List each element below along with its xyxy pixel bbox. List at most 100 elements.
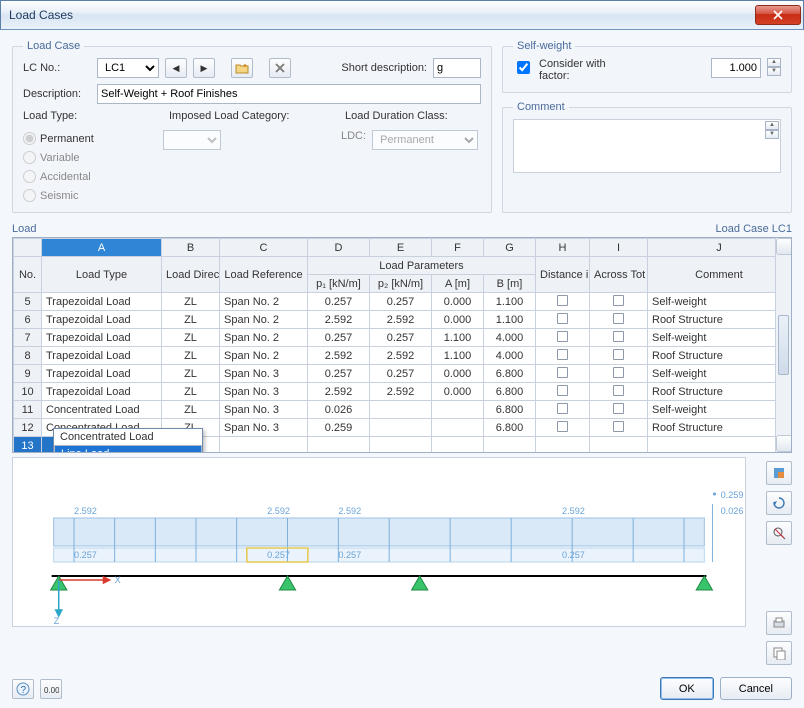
new-lc-button[interactable] — [231, 58, 253, 78]
cell-b[interactable]: 4.000 — [484, 329, 536, 347]
cell-b[interactable]: 6.800 — [484, 401, 536, 419]
cell-comment[interactable]: Self-weight — [648, 365, 791, 383]
cell-a[interactable]: 0.000 — [432, 293, 484, 311]
comment-spinner[interactable]: ▲▼ — [765, 121, 779, 139]
cell-p2[interactable]: 0.257 — [370, 293, 432, 311]
cell-across[interactable] — [590, 293, 648, 311]
table-row[interactable]: 11Concentrated LoadZLSpan No. 30.0266.80… — [14, 401, 791, 419]
cancel-button[interactable]: Cancel — [720, 677, 792, 700]
cell-p2[interactable]: 2.592 — [370, 383, 432, 401]
cell-comment[interactable]: Roof Structure — [648, 419, 791, 437]
cell-load-type[interactable]: Concentrated Load — [42, 401, 162, 419]
cell-load-dir[interactable]: ZL — [162, 329, 220, 347]
help-button[interactable]: ? — [12, 679, 34, 699]
scroll-thumb[interactable] — [778, 315, 789, 375]
preview-tool1-button[interactable] — [766, 461, 792, 485]
cell-comment[interactable]: Self-weight — [648, 401, 791, 419]
cell-a[interactable]: 1.100 — [432, 329, 484, 347]
col-letter[interactable]: A — [42, 239, 162, 257]
preview-tool3-button[interactable] — [766, 521, 792, 545]
col-letter[interactable]: C — [220, 239, 308, 257]
cell-load-type[interactable]: Trapezoidal Load — [42, 383, 162, 401]
cell-across[interactable] — [590, 383, 648, 401]
cell-p1[interactable]: 2.592 — [308, 383, 370, 401]
cell-load-dir[interactable]: ZL — [162, 347, 220, 365]
cell-b[interactable]: 6.800 — [484, 383, 536, 401]
cell-load-ref[interactable]: Span No. 3 — [220, 419, 308, 437]
cell-b[interactable]: 1.100 — [484, 311, 536, 329]
cell-load-ref[interactable]: Span No. 3 — [220, 383, 308, 401]
cell-p1[interactable]: 0.257 — [308, 293, 370, 311]
cell-load-dir[interactable]: ZL — [162, 383, 220, 401]
cell-load-ref[interactable]: Span No. 3 — [220, 401, 308, 419]
col-letter[interactable]: B — [162, 239, 220, 257]
cell-dist[interactable] — [536, 365, 590, 383]
preview-tool2-button[interactable] — [766, 491, 792, 515]
selfweight-factor-input[interactable] — [711, 58, 761, 78]
col-letter[interactable]: I — [590, 239, 648, 257]
cell-load-ref[interactable]: Span No. 2 — [220, 347, 308, 365]
close-button[interactable] — [755, 5, 801, 25]
scroll-down-icon[interactable]: ▼ — [776, 435, 792, 452]
cell-dist[interactable] — [536, 311, 590, 329]
cell-comment[interactable]: Roof Structure — [648, 347, 791, 365]
cell-a[interactable]: 1.100 — [432, 347, 484, 365]
cell-load-ref[interactable]: Span No. 3 — [220, 365, 308, 383]
loadtype-dropdown-popup[interactable]: Concentrated LoadLine LoadTrapezoidal Lo… — [53, 428, 203, 453]
cell-b[interactable]: 1.100 — [484, 293, 536, 311]
comment-textarea[interactable] — [513, 119, 781, 173]
cell-p2[interactable] — [370, 419, 432, 437]
cell-p1[interactable]: 2.592 — [308, 311, 370, 329]
preview-print-button[interactable] — [766, 611, 792, 635]
cell-p2[interactable] — [370, 401, 432, 419]
cell-a[interactable]: 0.000 — [432, 383, 484, 401]
dropdown-option[interactable]: Line Load — [54, 445, 202, 453]
cell-p1[interactable]: 0.257 — [308, 329, 370, 347]
load-grid[interactable]: A B C D E F G H I J No. Load Type — [12, 237, 792, 453]
radio-seismic[interactable]: Seismic — [23, 189, 155, 202]
col-letter[interactable]: J — [648, 239, 791, 257]
cell-p2[interactable]: 2.592 — [370, 347, 432, 365]
cell-load-dir[interactable]: ZL — [162, 365, 220, 383]
cell-dist[interactable] — [536, 383, 590, 401]
col-letter[interactable]: G — [484, 239, 536, 257]
radio-variable[interactable]: Variable — [23, 151, 155, 164]
cell-load-ref[interactable]: Span No. 2 — [220, 293, 308, 311]
selfweight-factor-spinner[interactable]: ▲▼ — [767, 58, 781, 76]
cell-p1[interactable]: 0.257 — [308, 365, 370, 383]
radio-permanent[interactable]: Permanent — [23, 132, 155, 145]
cell-across[interactable] — [590, 311, 648, 329]
grid-scrollbar[interactable]: ▲ ▼ — [775, 238, 791, 452]
col-letter[interactable]: E — [370, 239, 432, 257]
cell-b[interactable]: 6.800 — [484, 419, 536, 437]
cell-p1[interactable]: 2.592 — [308, 347, 370, 365]
cell-b[interactable]: 4.000 — [484, 347, 536, 365]
cell-load-type[interactable]: Trapezoidal Load — [42, 347, 162, 365]
col-letter[interactable]: H — [536, 239, 590, 257]
precision-button[interactable]: 0.00 — [40, 679, 62, 699]
cell-load-dir[interactable]: ZL — [162, 293, 220, 311]
cell-p1[interactable]: 0.026 — [308, 401, 370, 419]
prev-lc-button[interactable]: ◀ — [165, 58, 187, 78]
delete-lc-button[interactable] — [269, 58, 291, 78]
cell-p2[interactable]: 0.257 — [370, 329, 432, 347]
next-lc-button[interactable]: ▶ — [193, 58, 215, 78]
cell-a[interactable] — [432, 401, 484, 419]
cell-a[interactable]: 0.000 — [432, 365, 484, 383]
cell-load-dir[interactable]: ZL — [162, 401, 220, 419]
cell-comment[interactable]: Roof Structure — [648, 383, 791, 401]
cell-dist[interactable] — [536, 419, 590, 437]
cell-p2[interactable]: 2.592 — [370, 311, 432, 329]
cell-load-type[interactable]: Trapezoidal Load — [42, 329, 162, 347]
cell-a[interactable]: 0.000 — [432, 311, 484, 329]
ok-button[interactable]: OK — [660, 677, 714, 700]
col-letter[interactable]: F — [432, 239, 484, 257]
cell-load-type[interactable]: Trapezoidal Load — [42, 293, 162, 311]
dropdown-option[interactable]: Concentrated Load — [54, 429, 202, 445]
cell-dist[interactable] — [536, 401, 590, 419]
cell-load-type[interactable]: Trapezoidal Load — [42, 365, 162, 383]
preview-copy-button[interactable] — [766, 641, 792, 665]
consider-selfweight-checkbox[interactable] — [517, 61, 530, 74]
cell-across[interactable] — [590, 365, 648, 383]
cell-load-ref[interactable]: Span No. 2 — [220, 329, 308, 347]
